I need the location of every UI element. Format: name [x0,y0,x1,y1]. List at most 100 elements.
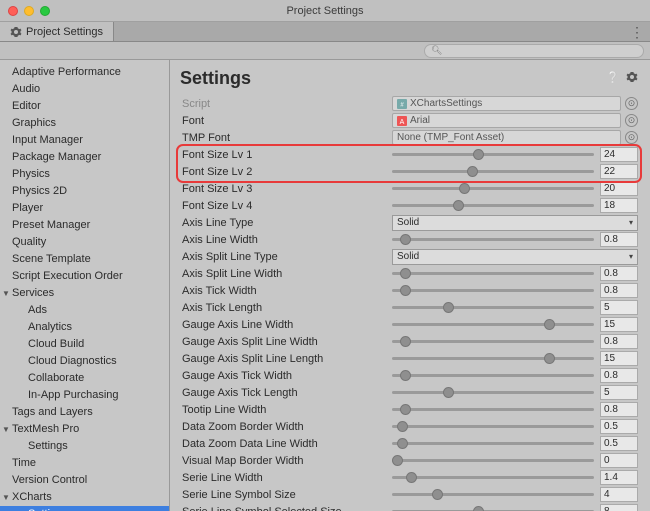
search-input[interactable]: 🔍︎ [424,44,644,58]
slider-thumb[interactable] [400,370,411,381]
number-input[interactable]: 0.8 [600,266,638,281]
sidebar-item[interactable]: Physics [0,166,169,183]
sidebar-item[interactable]: Quality [0,234,169,251]
slider-thumb[interactable] [400,234,411,245]
slider[interactable] [392,374,594,377]
sidebar-item[interactable]: Editor [0,98,169,115]
slider-thumb[interactable] [397,421,408,432]
slider-thumb[interactable] [544,319,555,330]
slider-thumb[interactable] [443,387,454,398]
number-input[interactable]: 15 [600,351,638,366]
slider-thumb[interactable] [432,489,443,500]
slider-thumb[interactable] [467,166,478,177]
number-input[interactable]: 0.5 [600,436,638,451]
slider-thumb[interactable] [473,506,484,511]
number-input[interactable]: 5 [600,300,638,315]
number-input[interactable]: 4 [600,487,638,502]
sidebar-item[interactable]: Package Manager [0,149,169,166]
number-input[interactable]: 0 [600,453,638,468]
number-input[interactable]: 0.8 [600,283,638,298]
slider[interactable] [392,170,594,173]
slider-thumb[interactable] [544,353,555,364]
sidebar-item[interactable]: ▼Services [0,285,169,302]
number-input[interactable]: 0.8 [600,232,638,247]
number-input[interactable]: 0.8 [600,368,638,383]
sidebar-item[interactable]: Preset Manager [0,217,169,234]
number-input[interactable]: 22 [600,164,638,179]
object-field[interactable]: None (TMP_Font Asset) [392,130,621,145]
number-input[interactable]: 20 [600,181,638,196]
settings-gear-icon[interactable] [626,71,638,86]
slider-thumb[interactable] [400,336,411,347]
number-input[interactable]: 8 [600,504,638,511]
slider[interactable] [392,204,594,207]
sidebar-item[interactable]: Cloud Diagnostics [0,353,169,370]
number-input[interactable]: 24 [600,147,638,162]
number-input[interactable]: 0.8 [600,334,638,349]
tabbar-menu-button[interactable]: ⋮ [630,24,644,41]
slider[interactable] [392,238,594,241]
minimize-window-button[interactable] [24,6,34,16]
dropdown[interactable]: Solid▾ [392,215,638,231]
sidebar-item[interactable]: Ads [0,302,169,319]
slider-thumb[interactable] [453,200,464,211]
sidebar-item[interactable]: Audio [0,81,169,98]
slider-thumb[interactable] [473,149,484,160]
sidebar-item[interactable]: Input Manager [0,132,169,149]
number-input[interactable]: 15 [600,317,638,332]
close-window-button[interactable] [8,6,18,16]
slider[interactable] [392,459,594,462]
sidebar-item[interactable]: Settings [0,438,169,455]
tab-project-settings[interactable]: Project Settings [0,22,114,41]
slider-thumb[interactable] [443,302,454,313]
slider-thumb[interactable] [397,438,408,449]
slider[interactable] [392,289,594,292]
sidebar-item[interactable]: Graphics [0,115,169,132]
sidebar-item[interactable]: Scene Template [0,251,169,268]
slider[interactable] [392,187,594,190]
slider-thumb[interactable] [400,404,411,415]
sidebar-item[interactable]: Adaptive Performance [0,64,169,81]
number-input[interactable]: 0.8 [600,402,638,417]
slider[interactable] [392,442,594,445]
slider[interactable] [392,408,594,411]
slider[interactable] [392,323,594,326]
slider[interactable] [392,357,594,360]
slider[interactable] [392,272,594,275]
sidebar-item[interactable]: Settings [0,506,169,511]
slider[interactable] [392,493,594,496]
sidebar-item[interactable]: Player [0,200,169,217]
maximize-window-button[interactable] [40,6,50,16]
sidebar-item[interactable]: Analytics [0,319,169,336]
number-input[interactable]: 5 [600,385,638,400]
sidebar-item[interactable]: Cloud Build [0,336,169,353]
sidebar-item[interactable]: Tags and Layers [0,404,169,421]
sidebar-item[interactable]: Physics 2D [0,183,169,200]
number-input[interactable]: 1.4 [600,470,638,485]
slider-thumb[interactable] [400,268,411,279]
slider[interactable] [392,476,594,479]
sidebar-item[interactable]: Version Control [0,472,169,489]
slider-thumb[interactable] [392,455,403,466]
slider[interactable] [392,391,594,394]
slider-thumb[interactable] [459,183,470,194]
sidebar-item[interactable]: ▼XCharts [0,489,169,506]
slider-thumb[interactable] [406,472,417,483]
slider-thumb[interactable] [400,285,411,296]
sidebar-item[interactable]: Collaborate [0,370,169,387]
object-picker-button[interactable]: ⊙ [625,114,638,127]
sidebar-item[interactable]: Script Execution Order [0,268,169,285]
slider[interactable] [392,153,594,156]
slider[interactable] [392,306,594,309]
number-input[interactable]: 0.5 [600,419,638,434]
sidebar-item[interactable]: Time [0,455,169,472]
dropdown[interactable]: Solid▾ [392,249,638,265]
number-input[interactable]: 18 [600,198,638,213]
slider[interactable] [392,425,594,428]
help-icon[interactable]: ❔ [606,71,620,86]
sidebar-item[interactable]: In-App Purchasing [0,387,169,404]
slider[interactable] [392,340,594,343]
object-picker-button[interactable]: ⊙ [625,131,638,144]
sidebar-item[interactable]: ▼TextMesh Pro [0,421,169,438]
object-field[interactable]: AArial [392,113,621,128]
